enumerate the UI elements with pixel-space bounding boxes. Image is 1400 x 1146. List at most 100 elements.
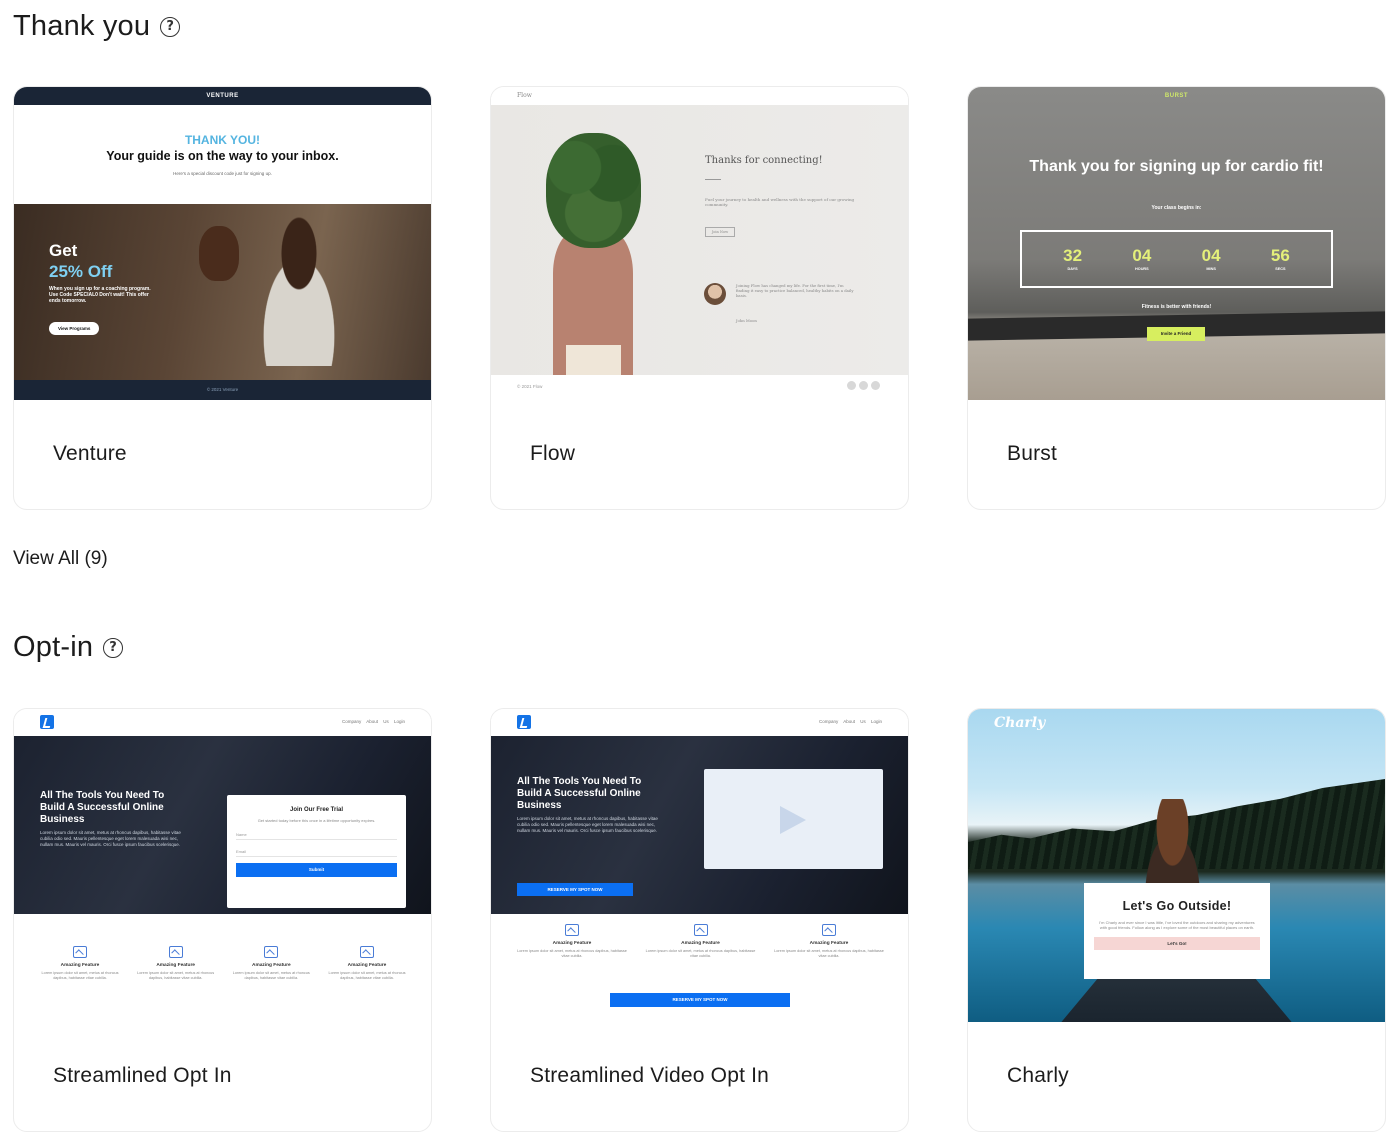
- template-card-label: Flow: [530, 442, 576, 465]
- burst-invite-button: Invite a Friend: [1147, 327, 1205, 341]
- image-icon: [822, 924, 836, 936]
- instagram-icon: [871, 381, 880, 390]
- feature-item: Amazing Feature Lorem ipsum dolor sit am…: [327, 946, 407, 981]
- preview-reserve-button-bottom: RESERVE MY SPOT NOW: [610, 993, 790, 1007]
- preview-video-player: [704, 769, 883, 869]
- venture-person-image: [244, 216, 354, 366]
- preview-features: Amazing Feature Lorem ipsum dolor sit am…: [40, 946, 407, 981]
- preview-hero-image: All The Tools You Need To Build A Succes…: [491, 736, 908, 914]
- template-preview-streamlined-opt-in: Company About Us Login All The Tools You…: [14, 709, 431, 1022]
- feature-item: Amazing Feature Lorem ipsum dolor sit am…: [517, 924, 627, 959]
- preview-features: Amazing Feature Lorem ipsum dolor sit am…: [517, 924, 884, 959]
- feature-item: Amazing Feature Lorem ipsum dolor sit am…: [646, 924, 756, 959]
- feature-item: Amazing Feature Lorem ipsum dolor sit am…: [40, 946, 120, 981]
- flow-heading: Thanks for connecting!: [705, 155, 823, 166]
- image-icon: [693, 924, 708, 936]
- template-preview-flow: Flow Thanks for connecting! Fuel your jo…: [491, 87, 908, 400]
- burst-countdown: 32 DAYS 04 HOURS 04 MINS 56 SECS: [1020, 230, 1333, 288]
- template-card-label: Streamlined Video Opt In: [530, 1064, 770, 1087]
- charly-lets-go-button: Let's Go!: [1094, 937, 1260, 950]
- flow-join-button: Join Now: [705, 227, 735, 237]
- charly-body: I'm Charly and ever since I was little, …: [1099, 920, 1255, 930]
- template-card-streamlined-opt-in[interactable]: Company About Us Login All The Tools You…: [13, 708, 432, 1132]
- flow-footer: © 2021 Flow: [517, 384, 543, 389]
- preview-body: Lorem ipsum dolor sit amet, metus at rho…: [517, 816, 658, 833]
- venture-header: THANK YOU! Your guide is on the way to y…: [14, 105, 431, 204]
- feature-desc: Lorem ipsum dolor sit amet, metus at rho…: [517, 949, 627, 958]
- feature-item: Amazing Feature Lorem ipsum dolor sit am…: [774, 924, 884, 959]
- venture-thanks: THANK YOU!: [184, 133, 261, 147]
- venture-small-text: Here's a special discount code just for …: [173, 171, 272, 176]
- countdown-value: 56: [1270, 246, 1290, 265]
- template-card-flow[interactable]: Flow Thanks for connecting! Fuel your jo…: [490, 86, 909, 510]
- feature-item: Amazing Feature Lorem ipsum dolor sit am…: [231, 946, 311, 981]
- help-icon[interactable]: ?: [103, 637, 124, 658]
- flow-legs-image: [566, 345, 621, 375]
- feature-name: Amazing Feature: [552, 941, 592, 946]
- venture-promo-copy: When you sign up for a coaching program.…: [49, 286, 151, 304]
- flow-divider: [705, 179, 721, 180]
- burst-subheading: Your class begins in:: [1151, 205, 1202, 211]
- venture-promo: Get 25% Off: [49, 240, 112, 282]
- facebook-icon: [847, 381, 856, 390]
- template-preview-venture: VENTURE THANK YOU! Your guide is on the …: [14, 87, 431, 400]
- section-title-thank-you: Thank you ?: [13, 10, 181, 43]
- view-all-link[interactable]: View All (9): [13, 548, 108, 570]
- burst-tagline: Fitness is better with friends!: [1141, 304, 1212, 310]
- venture-footer: © 2021 Venture: [14, 380, 431, 400]
- section-title-opt-in: Opt-in ?: [13, 631, 124, 664]
- feature-name: Amazing Feature: [60, 963, 100, 968]
- section-title-text: Opt-in: [13, 631, 94, 663]
- feature-name: Amazing Feature: [347, 963, 387, 968]
- template-card-venture[interactable]: VENTURE THANK YOU! Your guide is on the …: [13, 86, 432, 510]
- countdown-value: 04: [1132, 246, 1152, 265]
- charly-brand: Charly: [994, 715, 1046, 731]
- preview-body: Lorem ipsum dolor sit amet, metus at rho…: [40, 830, 181, 847]
- flow-hero: Thanks for connecting! Fuel your journey…: [491, 105, 908, 375]
- venture-promo-get: Get: [49, 241, 78, 260]
- flow-avatar: [704, 283, 726, 305]
- template-preview-charly: Charly Let's Go Outside! I'm Charly and …: [968, 709, 1385, 1022]
- twitter-icon: [859, 381, 868, 390]
- flow-author: John Moon: [736, 318, 757, 323]
- flow-greens-image: [546, 133, 641, 248]
- countdown-value: 32: [1063, 246, 1083, 265]
- help-icon[interactable]: ?: [160, 16, 181, 37]
- feature-desc: Lorem ipsum dolor sit amet, metus at rho…: [232, 971, 310, 980]
- template-card-label: Streamlined Opt In: [53, 1064, 232, 1087]
- preview-nav: Company About Us Login: [491, 709, 908, 736]
- form-email-field: Email: [236, 840, 397, 857]
- image-icon: [359, 946, 374, 958]
- template-card-label: Venture: [53, 442, 127, 465]
- charly-heading: Let's Go Outside!: [1122, 899, 1232, 913]
- preview-heading: All The Tools You Need To Build A Succes…: [40, 790, 165, 825]
- preview-hero-image: All The Tools You Need To Build A Succes…: [14, 736, 431, 914]
- feature-desc: Lorem ipsum dolor sit amet, metus at rho…: [328, 971, 406, 980]
- preview-reserve-button: RESERVE MY SPOT NOW: [517, 883, 633, 896]
- template-preview-streamlined-video-opt-in: Company About Us Login All The Tools You…: [491, 709, 908, 1022]
- template-card-charly[interactable]: Charly Let's Go Outside! I'm Charly and …: [967, 708, 1386, 1132]
- burst-heading: Thank you for signing up for cardio fit!: [1029, 158, 1324, 175]
- preview-nav: Company About Us Login: [14, 709, 431, 736]
- flow-social-icons: [847, 381, 880, 390]
- template-preview-burst: BURST Thank you for signing up for cardi…: [968, 87, 1385, 400]
- feature-desc: Lorem ipsum dolor sit amet, metus at rho…: [137, 971, 215, 980]
- countdown-mins: 04 MINS: [1202, 247, 1221, 272]
- feature-desc: Lorem ipsum dolor sit amet, metus at rho…: [774, 949, 884, 958]
- venture-view-programs-button: View Programs: [49, 322, 100, 335]
- preview-heading: All The Tools You Need To Build A Succes…: [517, 776, 642, 811]
- feature-desc: Lorem ipsum dolor sit amet, metus at rho…: [41, 971, 119, 980]
- venture-brand: VENTURE: [14, 87, 431, 105]
- feature-item: Amazing Feature Lorem ipsum dolor sit am…: [136, 946, 216, 981]
- preview-nav-links: Company About Us Login: [341, 719, 405, 724]
- form-title: Join Our Free Trial: [289, 807, 343, 813]
- countdown-secs: 56 SECS: [1270, 246, 1290, 272]
- brand-logo-icon: [517, 715, 531, 729]
- template-card-burst[interactable]: BURST Thank you for signing up for cardi…: [967, 86, 1386, 510]
- template-card-streamlined-video-opt-in[interactable]: Company About Us Login All The Tools You…: [490, 708, 909, 1132]
- form-submit-button: Submit: [236, 863, 397, 877]
- feature-name: Amazing Feature: [681, 941, 720, 946]
- template-card-label: Charly: [1007, 1064, 1069, 1087]
- template-card-label: Burst: [1007, 442, 1058, 465]
- flow-body: Fuel your journey to health and wellness…: [705, 197, 855, 207]
